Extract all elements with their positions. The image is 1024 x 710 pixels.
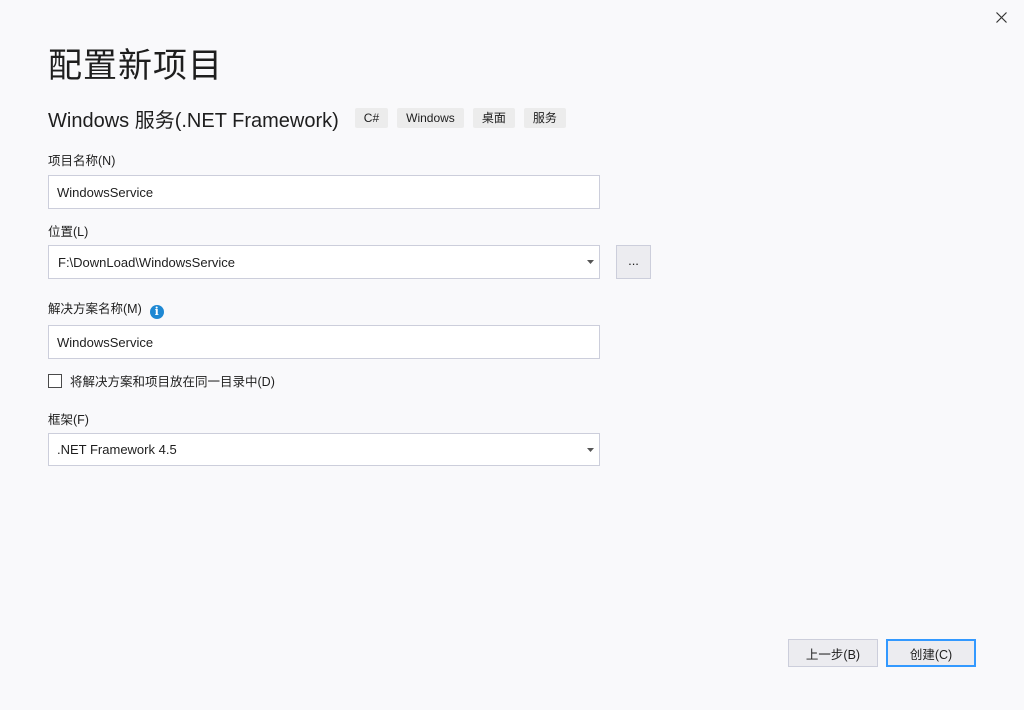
tag-service: 服务 xyxy=(523,108,566,128)
page-title: 配置新项目 xyxy=(48,47,223,85)
framework-value: .NET Framework 4.5 xyxy=(57,442,177,457)
dropdown-arrow-icon xyxy=(583,260,597,264)
framework-label: 框架(F) xyxy=(48,413,89,427)
location-label: 位置(L) xyxy=(48,225,89,239)
project-name-input[interactable] xyxy=(48,175,600,209)
template-header: Windows 服务(.NET Framework) C# Windows 桌面… xyxy=(48,104,575,132)
solution-name-input[interactable] xyxy=(48,325,600,359)
location-combo[interactable]: F:\DownLoad\WindowsService xyxy=(48,245,600,279)
browse-button[interactable]: ... xyxy=(616,245,651,279)
template-name: Windows 服务(.NET Framework) xyxy=(48,109,339,132)
same-directory-row: 将解决方案和项目放在同一目录中(D) xyxy=(48,371,275,390)
tag-language: C# xyxy=(354,108,389,128)
create-button[interactable]: 创建(C) xyxy=(886,639,976,667)
same-directory-checkbox[interactable] xyxy=(48,373,62,388)
close-icon xyxy=(995,11,1007,23)
tag-desktop: 桌面 xyxy=(472,108,515,128)
info-icon[interactable]: i xyxy=(149,304,164,319)
solution-name-label-row: 解决方案名称(M) i xyxy=(48,298,164,319)
solution-name-label: 解决方案名称(M) xyxy=(48,302,142,316)
tag-platform: Windows xyxy=(397,108,464,128)
framework-combo[interactable]: .NET Framework 4.5 xyxy=(48,433,600,466)
close-button[interactable] xyxy=(990,6,1012,28)
back-button[interactable]: 上一步(B) xyxy=(788,639,878,667)
dropdown-arrow-icon xyxy=(583,447,597,452)
location-value: F:\DownLoad\WindowsService xyxy=(58,254,236,270)
same-directory-label[interactable]: 将解决方案和项目放在同一目录中(D) xyxy=(70,371,275,390)
project-name-label: 项目名称(N) xyxy=(48,154,116,168)
